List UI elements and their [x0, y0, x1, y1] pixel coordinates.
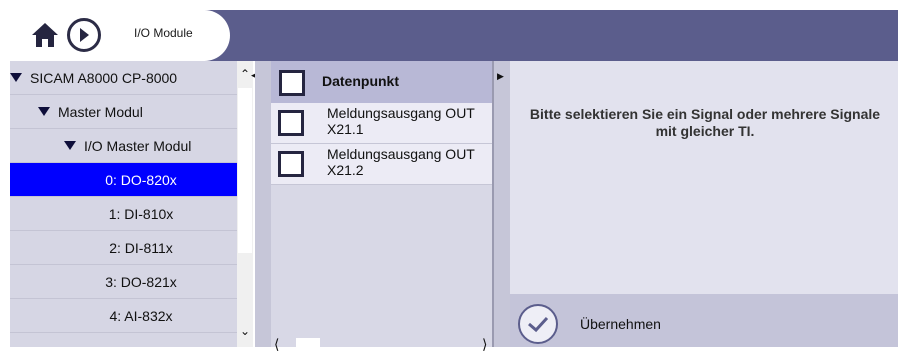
apply-button[interactable]	[510, 294, 898, 347]
expand-triangle-icon[interactable]	[38, 107, 50, 116]
play-right-icon	[80, 28, 89, 42]
tree-item-ai-832x[interactable]: 4: AI-832x	[10, 299, 237, 333]
tree-scroll-thumb[interactable]	[238, 88, 252, 253]
tree-item-do-820x[interactable]: 0: DO-820x	[10, 163, 237, 197]
tree-item-label: SICAM A8000 CP-8000	[30, 69, 178, 86]
tree-item-do-821x[interactable]: 3: DO-821x	[10, 265, 237, 299]
list-item[interactable]: Meldungsausgang OUT X21.2	[271, 144, 492, 185]
tree-item-label: 2: DI-811x	[109, 239, 173, 256]
datapoint-name: Meldungsausgang OUT X21.2	[327, 146, 475, 178]
home-icon	[32, 23, 58, 47]
scroll-down-icon[interactable]: ⌄	[238, 325, 252, 339]
panel-splitter[interactable]	[255, 61, 271, 347]
tree-item-label: 1: DI-810x	[108, 205, 174, 222]
scroll-right-icon[interactable]: ⟩	[482, 336, 487, 353]
expand-triangle-icon[interactable]	[64, 141, 76, 150]
signal-details-panel	[510, 61, 898, 294]
scroll-up-icon[interactable]: ⌃	[238, 68, 252, 82]
tree-item-di-810x[interactable]: 1: DI-810x	[10, 197, 237, 231]
row-checkbox[interactable]	[278, 151, 304, 177]
selection-hint: Bitte selektieren Sie ein Signal oder me…	[529, 106, 881, 139]
tree-item-sicam[interactable]: SICAM A8000 CP-8000	[10, 61, 237, 95]
tree-item-io-master-modul[interactable]: I/O Master Modul	[10, 129, 237, 163]
list-item[interactable]: Meldungsausgang OUT X21.1	[271, 103, 492, 144]
expand-right-icon[interactable]: ▶	[497, 71, 504, 82]
tree-item-di-811x[interactable]: 2: DI-811x	[10, 231, 237, 265]
tree-item-master-modul[interactable]: Master Modul	[10, 95, 237, 129]
select-all-checkbox[interactable]	[279, 70, 305, 96]
tree-item-label: Master Modul	[58, 103, 143, 120]
datapoint-name: Meldungsausgang OUT X21.1	[327, 105, 475, 137]
tree-item-label: 0: DO-820x	[105, 171, 177, 188]
tree-item-label: I/O Master Modul	[84, 137, 192, 154]
check-circle-icon[interactable]	[518, 304, 558, 344]
module-tree: SICAM A8000 CP-8000 Master Modul I/O Mas…	[10, 61, 237, 347]
expand-triangle-icon[interactable]	[10, 73, 22, 82]
horizontal-scroll-thumb[interactable]	[296, 338, 320, 347]
tree-item-label: 3: DO-821x	[105, 273, 177, 290]
page-title: I/O Module	[134, 26, 193, 40]
tree-item-label: 4: AI-832x	[109, 307, 173, 324]
scroll-left-icon[interactable]: ⟨	[274, 336, 279, 353]
next-button[interactable]	[67, 18, 101, 52]
apply-label: Übernehmen	[580, 316, 661, 332]
panel-splitter[interactable]	[492, 61, 510, 347]
row-checkbox[interactable]	[278, 110, 304, 136]
home-button[interactable]	[26, 18, 64, 52]
column-header-datenpunkt[interactable]: Datenpunkt	[322, 73, 399, 89]
